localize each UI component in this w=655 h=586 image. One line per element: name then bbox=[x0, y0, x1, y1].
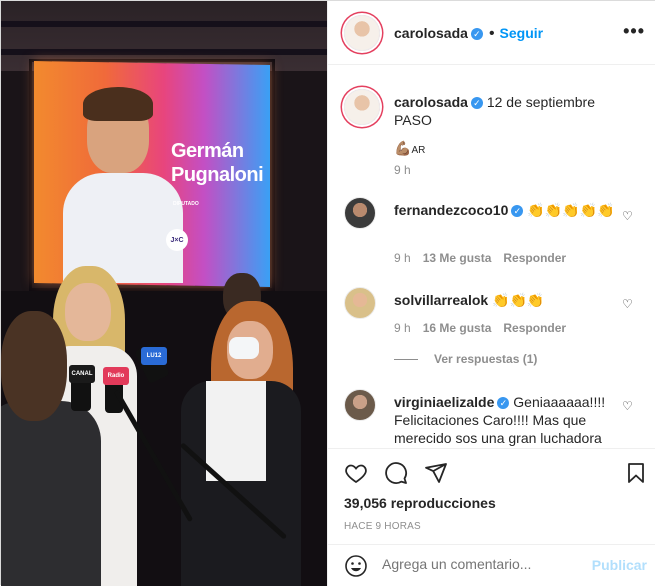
follow-button[interactable]: Seguir bbox=[500, 25, 544, 41]
commenter-avatar[interactable] bbox=[344, 197, 376, 229]
view-replies-button[interactable]: Ver respuestas (1) bbox=[394, 352, 537, 366]
comment-item: virginiaelizalde ✓ Geniaaaaaa!!!! Felicit… bbox=[344, 389, 644, 448]
reply-button[interactable]: Responder bbox=[503, 251, 566, 265]
lighting-truss bbox=[1, 49, 327, 55]
caption-emoji-suffix: AR bbox=[411, 145, 426, 156]
like-heart-icon[interactable] bbox=[344, 461, 368, 485]
screen-candidate-role: DIPUTADO bbox=[173, 201, 199, 207]
save-bookmark-icon[interactable] bbox=[624, 461, 648, 485]
caption-avatar[interactable] bbox=[344, 89, 380, 125]
separator-dot: • bbox=[488, 25, 495, 42]
instagram-post: Germán Pugnaloni DIPUTADO J×C CANAL Radi… bbox=[0, 0, 655, 586]
reply-button[interactable]: Responder bbox=[503, 321, 566, 335]
post-video[interactable]: Germán Pugnaloni DIPUTADO J×C CANAL Radi… bbox=[1, 1, 327, 586]
party-logo: J×C bbox=[166, 229, 188, 251]
foreground-man-head bbox=[1, 311, 67, 421]
like-comment-heart-icon[interactable]: ♡ bbox=[622, 209, 636, 223]
commenter-avatar[interactable] bbox=[344, 287, 376, 319]
clapping-hands-icon: 👏👏👏 bbox=[492, 292, 545, 308]
author-avatar[interactable] bbox=[344, 15, 380, 51]
comment-time: 9 h bbox=[394, 321, 411, 335]
comment-input[interactable] bbox=[382, 556, 582, 572]
header-user: carolosada ✓ • Seguir bbox=[394, 25, 543, 43]
post-caption: carolosada ✓ 12 de septiembre PASO 💪🏽AR 9… bbox=[344, 89, 644, 179]
lighting-truss bbox=[1, 21, 327, 27]
face-mask bbox=[229, 337, 259, 359]
share-direct-icon[interactable] bbox=[424, 461, 448, 485]
mic-flag: Radio bbox=[103, 367, 129, 385]
caption-emoji-line: 💪🏽AR bbox=[394, 139, 624, 160]
speaker-face bbox=[65, 283, 111, 341]
comment-meta: 9 h 13 Me gusta Responder bbox=[394, 251, 566, 265]
view-count[interactable]: 39,056 reproducciones bbox=[344, 495, 496, 511]
commenter-username[interactable]: virginiaelizalde bbox=[394, 394, 494, 410]
emoji-picker-icon[interactable] bbox=[344, 554, 368, 578]
comments-list[interactable]: carolosada ✓ 12 de septiembre PASO 💪🏽AR 9… bbox=[328, 65, 655, 448]
like-comment-heart-icon[interactable]: ♡ bbox=[622, 399, 636, 413]
caption-time: 9 h bbox=[394, 163, 411, 177]
comment-meta: 9 h 16 Me gusta Responder bbox=[394, 321, 566, 335]
comment-item: solvillarrealok 👏👏👏 ♡ 9 h 16 Me gusta Resp… bbox=[344, 287, 644, 347]
caption-text: carolosada ✓ 12 de septiembre PASO 💪🏽AR bbox=[394, 93, 624, 160]
comment-likes[interactable]: 16 Me gusta bbox=[423, 321, 492, 335]
screen-candidate-name: Germán Pugnaloni bbox=[171, 140, 264, 186]
post-header: carolosada ✓ • Seguir ••• bbox=[328, 1, 655, 65]
commenter-avatar[interactable] bbox=[344, 389, 376, 421]
verified-badge-icon: ✓ bbox=[470, 97, 483, 110]
post-sidebar: carolosada ✓ • Seguir ••• carolosada ✓ 12 de… bbox=[327, 1, 655, 586]
comment-likes[interactable]: 13 Me gusta bbox=[423, 251, 492, 265]
caption-username[interactable]: carolosada bbox=[394, 94, 468, 110]
author-username[interactable]: carolosada bbox=[394, 25, 468, 41]
comment-item: fernandezcoco10 ✓ 👏👏👏👏👏 ♡ 9 h 13 Me gusta R… bbox=[344, 197, 644, 267]
like-comment-heart-icon[interactable]: ♡ bbox=[622, 297, 636, 311]
verified-badge-icon: ✓ bbox=[497, 397, 510, 410]
comment-text: solvillarrealok 👏👏👏 bbox=[394, 291, 624, 309]
woman-shirt bbox=[206, 381, 266, 481]
clapping-hands-icon: 👏👏👏👏👏 bbox=[527, 202, 615, 218]
verified-badge-icon: ✓ bbox=[470, 27, 483, 40]
comment-time: 9 h bbox=[394, 251, 411, 265]
candidate-hair bbox=[83, 87, 153, 121]
commenter-username[interactable]: solvillarrealok bbox=[394, 292, 488, 308]
more-options-icon[interactable]: ••• bbox=[623, 21, 645, 42]
add-comment-bar: Publicar bbox=[328, 544, 655, 586]
comment-bubble-icon[interactable] bbox=[384, 461, 408, 485]
foreground-man-body bbox=[1, 401, 101, 586]
view-replies-label: Ver respuestas (1) bbox=[434, 352, 538, 366]
verified-badge-icon: ✓ bbox=[511, 205, 524, 218]
flexed-biceps-icon: 💪🏽 bbox=[394, 140, 412, 156]
comment-text: virginiaelizalde ✓ Geniaaaaaa!!!! Felicit… bbox=[394, 393, 624, 447]
replies-divider bbox=[394, 359, 418, 361]
mic-flag: LU12 bbox=[141, 347, 167, 365]
publish-button[interactable]: Publicar bbox=[592, 557, 647, 573]
post-timestamp[interactable]: HACE 9 HORAS bbox=[344, 521, 421, 532]
mic-flag: CANAL bbox=[69, 365, 95, 383]
commenter-username[interactable]: fernandezcoco10 bbox=[394, 202, 508, 218]
comment-text: fernandezcoco10 ✓ 👏👏👏👏👏 bbox=[394, 201, 624, 219]
post-actions: 39,056 reproducciones HACE 9 HORAS bbox=[328, 448, 655, 544]
